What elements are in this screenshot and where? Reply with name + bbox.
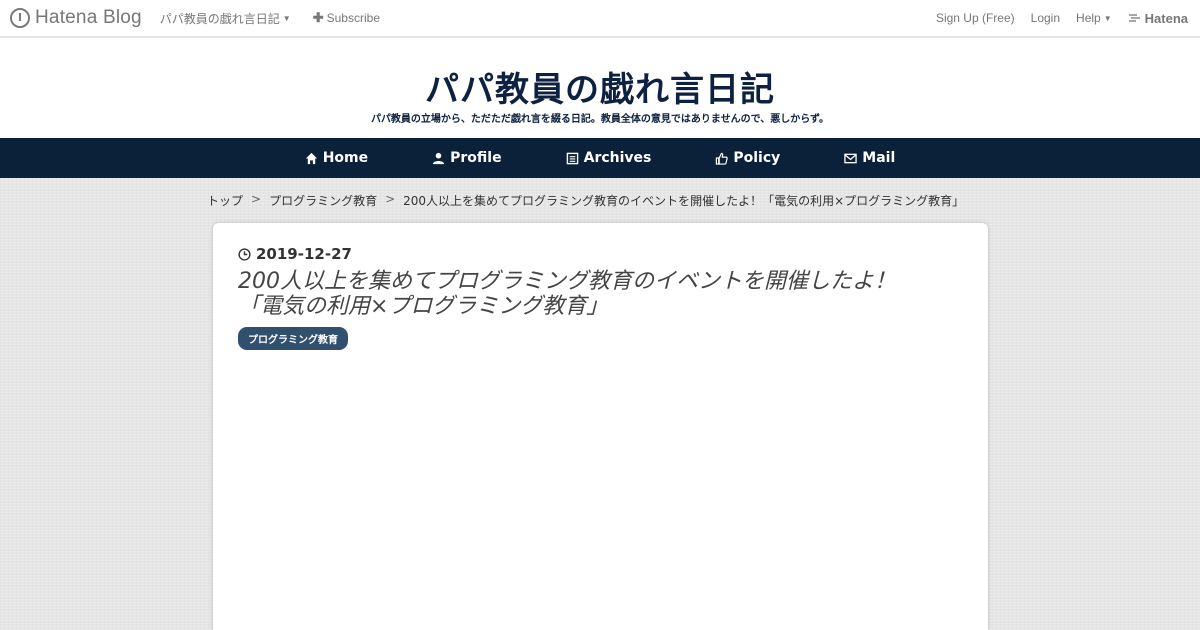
archive-icon bbox=[566, 152, 578, 164]
blog-menu-label: パパ教員の戯れ言日記 bbox=[159, 11, 280, 26]
login-link[interactable]: Login bbox=[1031, 11, 1060, 25]
subscribe-label: Subscribe bbox=[326, 11, 380, 25]
blog-header: パパ教員の戯れ言日記 パパ教員の立場から、ただただ戯れ言を綴る日記。教員全体の意… bbox=[0, 38, 1200, 138]
breadcrumb-top[interactable]: トップ bbox=[207, 192, 243, 209]
hatena-blog-logo[interactable]: Hatena Blog bbox=[10, 7, 142, 29]
signup-link[interactable]: Sign Up (Free) bbox=[936, 11, 1015, 25]
hatena-topbar: Hatena Blog パパ教員の戯れ言日記 ▼ ✚ Subscribe Sig… bbox=[0, 0, 1200, 37]
help-label: Help bbox=[1076, 11, 1101, 25]
help-dropdown[interactable]: Help ▼ bbox=[1076, 11, 1112, 25]
breadcrumb-separator: > bbox=[385, 192, 396, 206]
subscribe-button[interactable]: ✚ Subscribe bbox=[313, 10, 380, 26]
blog-title[interactable]: パパ教員の戯れ言日記 bbox=[0, 62, 1200, 111]
thumbs-up-icon bbox=[716, 152, 729, 165]
nav-profile[interactable]: Profile bbox=[432, 150, 502, 166]
blog-menu-dropdown[interactable]: パパ教員の戯れ言日記 ▼ bbox=[160, 10, 291, 27]
nav-archives[interactable]: Archives bbox=[566, 150, 652, 166]
hatena-mark-icon bbox=[1128, 14, 1140, 22]
user-icon bbox=[433, 152, 445, 164]
nav-mail[interactable]: Mail bbox=[844, 150, 895, 166]
hatena-blog-logo-icon bbox=[10, 8, 30, 28]
article-date[interactable]: 2019-12-27 bbox=[238, 245, 352, 263]
article-title-line1: 200人以上を集めてプログラミング教育のイベントを開催したよ！ bbox=[238, 269, 896, 294]
nav-archives-label: Archives bbox=[583, 150, 652, 166]
nav-profile-label: Profile bbox=[450, 150, 502, 166]
hatena-logo[interactable]: Hatena bbox=[1128, 11, 1188, 26]
global-nav: Home Profile Archives Policy Mail bbox=[0, 138, 1200, 178]
article-card: 2019-12-27 200人以上を集めてプログラミング教育のイベントを開催した… bbox=[213, 223, 988, 630]
home-icon bbox=[305, 152, 317, 164]
hatena-blog-brand-text: Hatena Blog bbox=[35, 7, 142, 28]
breadcrumb-current: 200人以上を集めてプログラミング教育のイベントを開催したよ！「電気の利用×プロ… bbox=[403, 194, 965, 208]
plus-icon: ✚ bbox=[312, 10, 324, 25]
article-title-line2: 「電気の利用×プログラミング教育」 bbox=[238, 294, 609, 319]
caret-down-icon: ▼ bbox=[282, 13, 291, 23]
article-date-text: 2019-12-27 bbox=[256, 245, 352, 263]
clock-icon bbox=[238, 247, 251, 261]
nav-home[interactable]: Home bbox=[305, 150, 368, 166]
breadcrumb-separator: > bbox=[251, 192, 262, 206]
blog-description: パパ教員の立場から、ただただ戯れ言を綴る日記。教員全体の意見ではありませんので、… bbox=[370, 114, 830, 125]
breadcrumb-category[interactable]: プログラミング教育 bbox=[269, 192, 377, 209]
caret-down-icon: ▼ bbox=[1103, 13, 1112, 23]
nav-policy[interactable]: Policy bbox=[715, 150, 780, 166]
category-badge[interactable]: プログラミング教育 bbox=[238, 327, 348, 350]
article-title[interactable]: 200人以上を集めてプログラミング教育のイベントを開催したよ！ 「電気の利用×プ… bbox=[238, 269, 958, 319]
hatena-brand-text: Hatena bbox=[1144, 10, 1188, 26]
nav-policy-label: Policy bbox=[733, 150, 781, 166]
nav-mail-label: Mail bbox=[862, 150, 896, 166]
envelope-icon bbox=[844, 153, 858, 163]
nav-home-label: Home bbox=[322, 150, 369, 166]
breadcrumb: トップ > プログラミング教育 > 200人以上を集めてプログラミング教育のイベ… bbox=[207, 192, 964, 209]
